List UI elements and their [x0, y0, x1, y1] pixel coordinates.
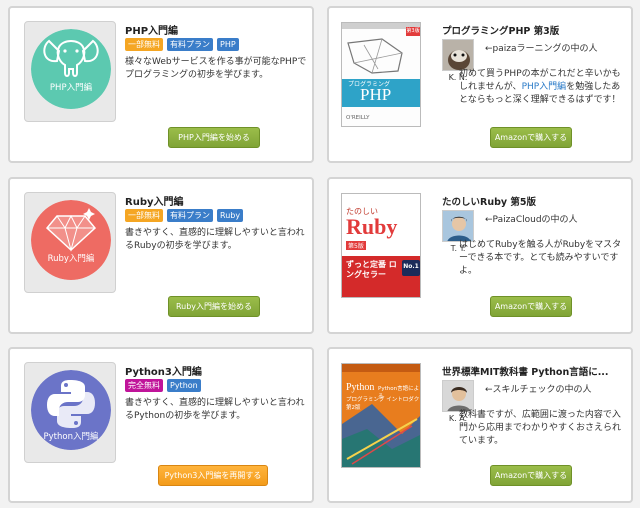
cover-no1-badge: No.1	[403, 263, 419, 270]
ruby-course-icon[interactable]: Ruby入門編	[24, 192, 116, 293]
cover-edition-badge: 第2版	[346, 405, 361, 411]
cover-title-text: Python	[346, 382, 375, 393]
book-review: 教科書ですが、広範囲に渡った内容で入門から応用までわかりやすくおさえられています…	[459, 410, 622, 446]
reviewer-avatar	[442, 210, 474, 242]
course-description: 様々なWebサービスを作る事が可能なPHPでプログラミングの初歩を学びます。	[125, 57, 307, 80]
course-tags: 完全無料 Python	[125, 379, 201, 392]
book-cover-php[interactable]: プログラミング PHP 第3版 O'REILLY	[341, 22, 421, 127]
book-title[interactable]: たのしいRuby 第5版	[442, 194, 628, 208]
cover-banner: ずっと定番 ロングセラー	[346, 260, 397, 279]
cover-edition-badge: 第3版	[406, 28, 420, 34]
course-card-php: PHP入門編 PHP入門編 一部無料 有料プラン PHP 様々なWebサービスを…	[8, 6, 314, 163]
course-card-python: Python入門編 Python3入門編 完全無料 Python 書きやすく、直…	[8, 347, 314, 503]
book-cover-ruby[interactable]: たのしい Ruby 第5版 ずっと定番 ロングセラー No.1	[341, 193, 421, 298]
amazon-buy-button[interactable]: Amazonで購入する	[490, 465, 572, 486]
course-title[interactable]: Python3入門編	[125, 363, 202, 378]
icon-caption: Ruby入門編	[47, 254, 95, 264]
reviewer-avatar	[442, 39, 474, 71]
book-review: はじめてRubyを触る人がRubyをマスターできる本です。とても読みやすいですよ…	[459, 240, 622, 276]
review-link[interactable]: PHP入門編	[522, 82, 567, 92]
tag-partially-free: 一部無料	[125, 38, 163, 51]
book-card-python: Python Python言語による プログラミング イントロダクション 第2版…	[327, 347, 633, 503]
amazon-buy-button[interactable]: Amazonで購入する	[490, 127, 572, 148]
amazon-buy-button[interactable]: Amazonで購入する	[490, 296, 572, 317]
recommender-note: ←スキルチェックの中の人	[485, 385, 592, 395]
course-description: 書きやすく、直感的に理解しやすいと言われるRubyの初歩を学びます。	[125, 228, 305, 251]
course-title[interactable]: PHP入門編	[125, 22, 178, 37]
python-course-icon[interactable]: Python入門編	[24, 362, 116, 463]
php-course-icon[interactable]: PHP入門編	[24, 21, 116, 122]
cover-edition-badge: 第5版	[346, 241, 366, 250]
recommender-note: ←PaizaCloudの中の人	[485, 215, 578, 225]
cover-subtitle: プログラミング イントロダクション	[346, 397, 420, 403]
tag-paid-plan: 有料プラン	[167, 209, 213, 222]
tag-language: Ruby	[217, 209, 244, 222]
icon-caption: Python入門編	[43, 432, 99, 442]
tag-language: PHP	[217, 38, 239, 51]
book-title[interactable]: プログラミングPHP 第3版	[442, 23, 628, 37]
course-tags: 一部無料 有料プラン PHP	[125, 38, 239, 51]
reviewer-avatar	[442, 380, 474, 412]
start-php-course-button[interactable]: PHP入門編を始める	[168, 127, 260, 148]
gem-icon: Ruby入門編	[31, 200, 111, 280]
book-title[interactable]: 世界標準MIT教科書 Python言語に...	[442, 364, 628, 378]
cover-title-text: Ruby	[346, 214, 398, 239]
tag-partially-free: 一部無料	[125, 209, 163, 222]
book-cover-python[interactable]: Python Python言語による プログラミング イントロダクション 第2版	[341, 363, 421, 468]
elephant-icon: PHP入門編	[31, 29, 111, 109]
course-title[interactable]: Ruby入門編	[125, 193, 184, 208]
cover-publisher: O'REILLY	[346, 115, 370, 121]
resume-python-course-button[interactable]: Python3入門編を再開する	[158, 465, 268, 486]
tag-paid-plan: 有料プラン	[167, 38, 213, 51]
book-card-php: プログラミング PHP 第3版 O'REILLY プログラミングPHP 第3版 …	[327, 6, 633, 163]
course-description: 書きやすく、直感的に理解しやすいと言われるPythonの初歩を学びます。	[125, 398, 305, 421]
course-card-ruby: Ruby入門編 Ruby入門編 一部無料 有料プラン Ruby 書きやすく、直感…	[8, 177, 314, 334]
tag-completely-free: 完全無料	[125, 379, 163, 392]
python-logo-icon: Python入門編	[31, 370, 111, 450]
icon-caption: PHP入門編	[49, 83, 93, 93]
book-review: 初めて買うPHPの本がこれだと辛いかもしれませんが、PHP入門編を勉強したあとな…	[459, 69, 621, 105]
course-tags: 一部無料 有料プラン Ruby	[125, 209, 244, 222]
cover-title-text: PHP	[360, 85, 392, 104]
recommender-note: ←paizaラーニングの中の人	[485, 44, 598, 54]
tag-language: Python	[167, 379, 201, 392]
book-card-ruby: たのしい Ruby 第5版 ずっと定番 ロングセラー No.1 たのしいRuby…	[327, 177, 633, 334]
start-ruby-course-button[interactable]: Ruby入門編を始める	[168, 296, 260, 317]
